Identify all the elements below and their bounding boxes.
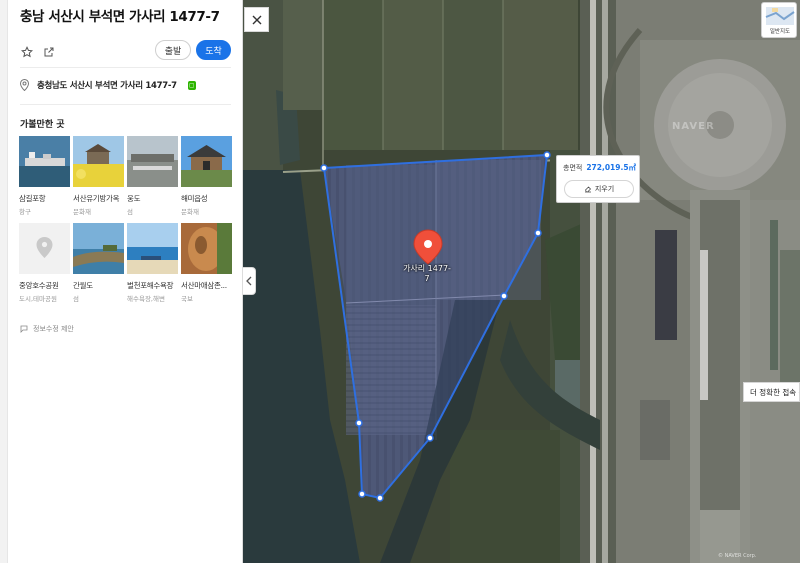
page-title: 충남 서산시 부석면 가사리 1477-7 <box>20 9 220 25</box>
app-root: { "title": "충남 서산시 부석면 가사리 1477-7", "act… <box>0 0 800 563</box>
place-name: 해미읍성 <box>181 194 208 203</box>
address-text: 충청남도 서산시 부석면 가사리 1477-7 <box>37 81 177 91</box>
place-name: 중앙호수공원 <box>19 281 59 290</box>
clear-area-button[interactable]: 지우기 <box>564 180 634 198</box>
place-thumbnail <box>73 223 124 274</box>
map-type-button[interactable]: 일반지도 <box>761 2 797 38</box>
place-category: 문화재 <box>73 208 91 216</box>
place-card[interactable]: 서산유기방가옥 문화재 <box>73 136 124 221</box>
location-pin-icon <box>20 79 29 91</box>
place-thumbnail <box>127 136 178 187</box>
nearby-places-grid: 삼길포항 항구 서산유기방가옥 문화재 웅도 섬 해미읍성 문화재 중앙호수공원… <box>19 136 232 308</box>
area-label: 총면적 <box>563 164 583 172</box>
share-icon[interactable] <box>42 45 56 59</box>
place-card[interactable]: 중앙호수공원 도시,테마공원 <box>19 223 70 308</box>
place-thumbnail <box>73 136 124 187</box>
place-thumbnail <box>181 136 232 187</box>
place-category: 문화재 <box>181 208 199 216</box>
place-category: 항구 <box>19 208 31 216</box>
place-panel: 충남 서산시 부석면 가사리 1477-7 출발 도착 충청남도 서산시 부석면… <box>0 0 243 563</box>
area-value: 272,019.5㎡ <box>586 163 637 172</box>
place-name: 간월도 <box>73 281 93 290</box>
place-category: 섬 <box>73 295 79 303</box>
map-layer-icon <box>765 7 795 25</box>
panel-scroll-rail[interactable] <box>0 0 8 563</box>
copyright-text: © NAVER Corp. <box>718 553 757 559</box>
place-card[interactable]: 해미읍성 문화재 <box>181 136 232 221</box>
area-measure-popup: 총면적 272,019.5㎡ 지우기 <box>556 155 640 203</box>
place-card[interactable]: 웅도 섬 <box>127 136 178 221</box>
map-type-label: 일반지도 <box>769 29 791 35</box>
arrive-button[interactable]: 도착 <box>196 40 231 60</box>
place-thumbnail <box>127 223 178 274</box>
place-name: 벌천포해수욕장 <box>127 281 174 290</box>
address-row: 충청남도 서산시 부석면 가사리 1477-7 ▢ <box>20 79 196 91</box>
eraser-icon <box>584 186 591 193</box>
place-card[interactable]: 삼길포항 항구 <box>19 136 70 221</box>
report-link-label: 정보수정 제안 <box>33 325 74 333</box>
flag-icon <box>20 325 28 333</box>
place-card[interactable]: 간월도 섬 <box>73 223 124 308</box>
copy-address-icon[interactable]: ▢ <box>187 80 196 90</box>
divider <box>20 67 231 68</box>
close-icon <box>252 15 261 24</box>
close-panel-button[interactable] <box>244 7 269 32</box>
clear-area-label: 지우기 <box>594 185 615 193</box>
place-name: 삼길포항 <box>19 194 46 203</box>
place-thumbnail <box>19 136 70 187</box>
panel-icon-row <box>20 45 56 59</box>
place-thumbnail <box>181 223 232 274</box>
star-icon[interactable] <box>20 45 34 59</box>
area-line: 총면적 272,019.5㎡ <box>563 162 636 173</box>
accuracy-tooltip[interactable]: 더 정확한 접속 위 <box>743 382 800 402</box>
place-category: 해수욕장,해변 <box>127 295 165 303</box>
collapse-panel-button[interactable] <box>243 267 256 295</box>
place-category: 국보 <box>181 295 193 303</box>
chevron-left-icon <box>246 276 252 286</box>
place-name: 서산유기방가옥 <box>73 194 120 203</box>
report-link[interactable]: 정보수정 제안 <box>20 324 74 334</box>
place-category: 도시,테마공원 <box>19 295 57 303</box>
naver-watermark: NAVER <box>672 121 715 132</box>
place-thumbnail <box>19 223 70 274</box>
place-card[interactable]: 서산마애삼존... 국보 <box>181 223 232 308</box>
satellite-map[interactable]: NAVER <box>243 0 800 563</box>
depart-button[interactable]: 출발 <box>155 40 191 60</box>
place-name: 웅도 <box>127 194 141 203</box>
nearby-section-title: 가볼만한 곳 <box>20 120 65 130</box>
marker-label: 가사리 1477-7 <box>403 264 451 283</box>
satellite-imagery <box>243 0 800 563</box>
divider <box>20 104 231 105</box>
place-name: 서산마애삼존... <box>181 281 227 290</box>
place-category: 섬 <box>127 208 133 216</box>
place-card[interactable]: 벌천포해수욕장 해수욕장,해변 <box>127 223 178 308</box>
